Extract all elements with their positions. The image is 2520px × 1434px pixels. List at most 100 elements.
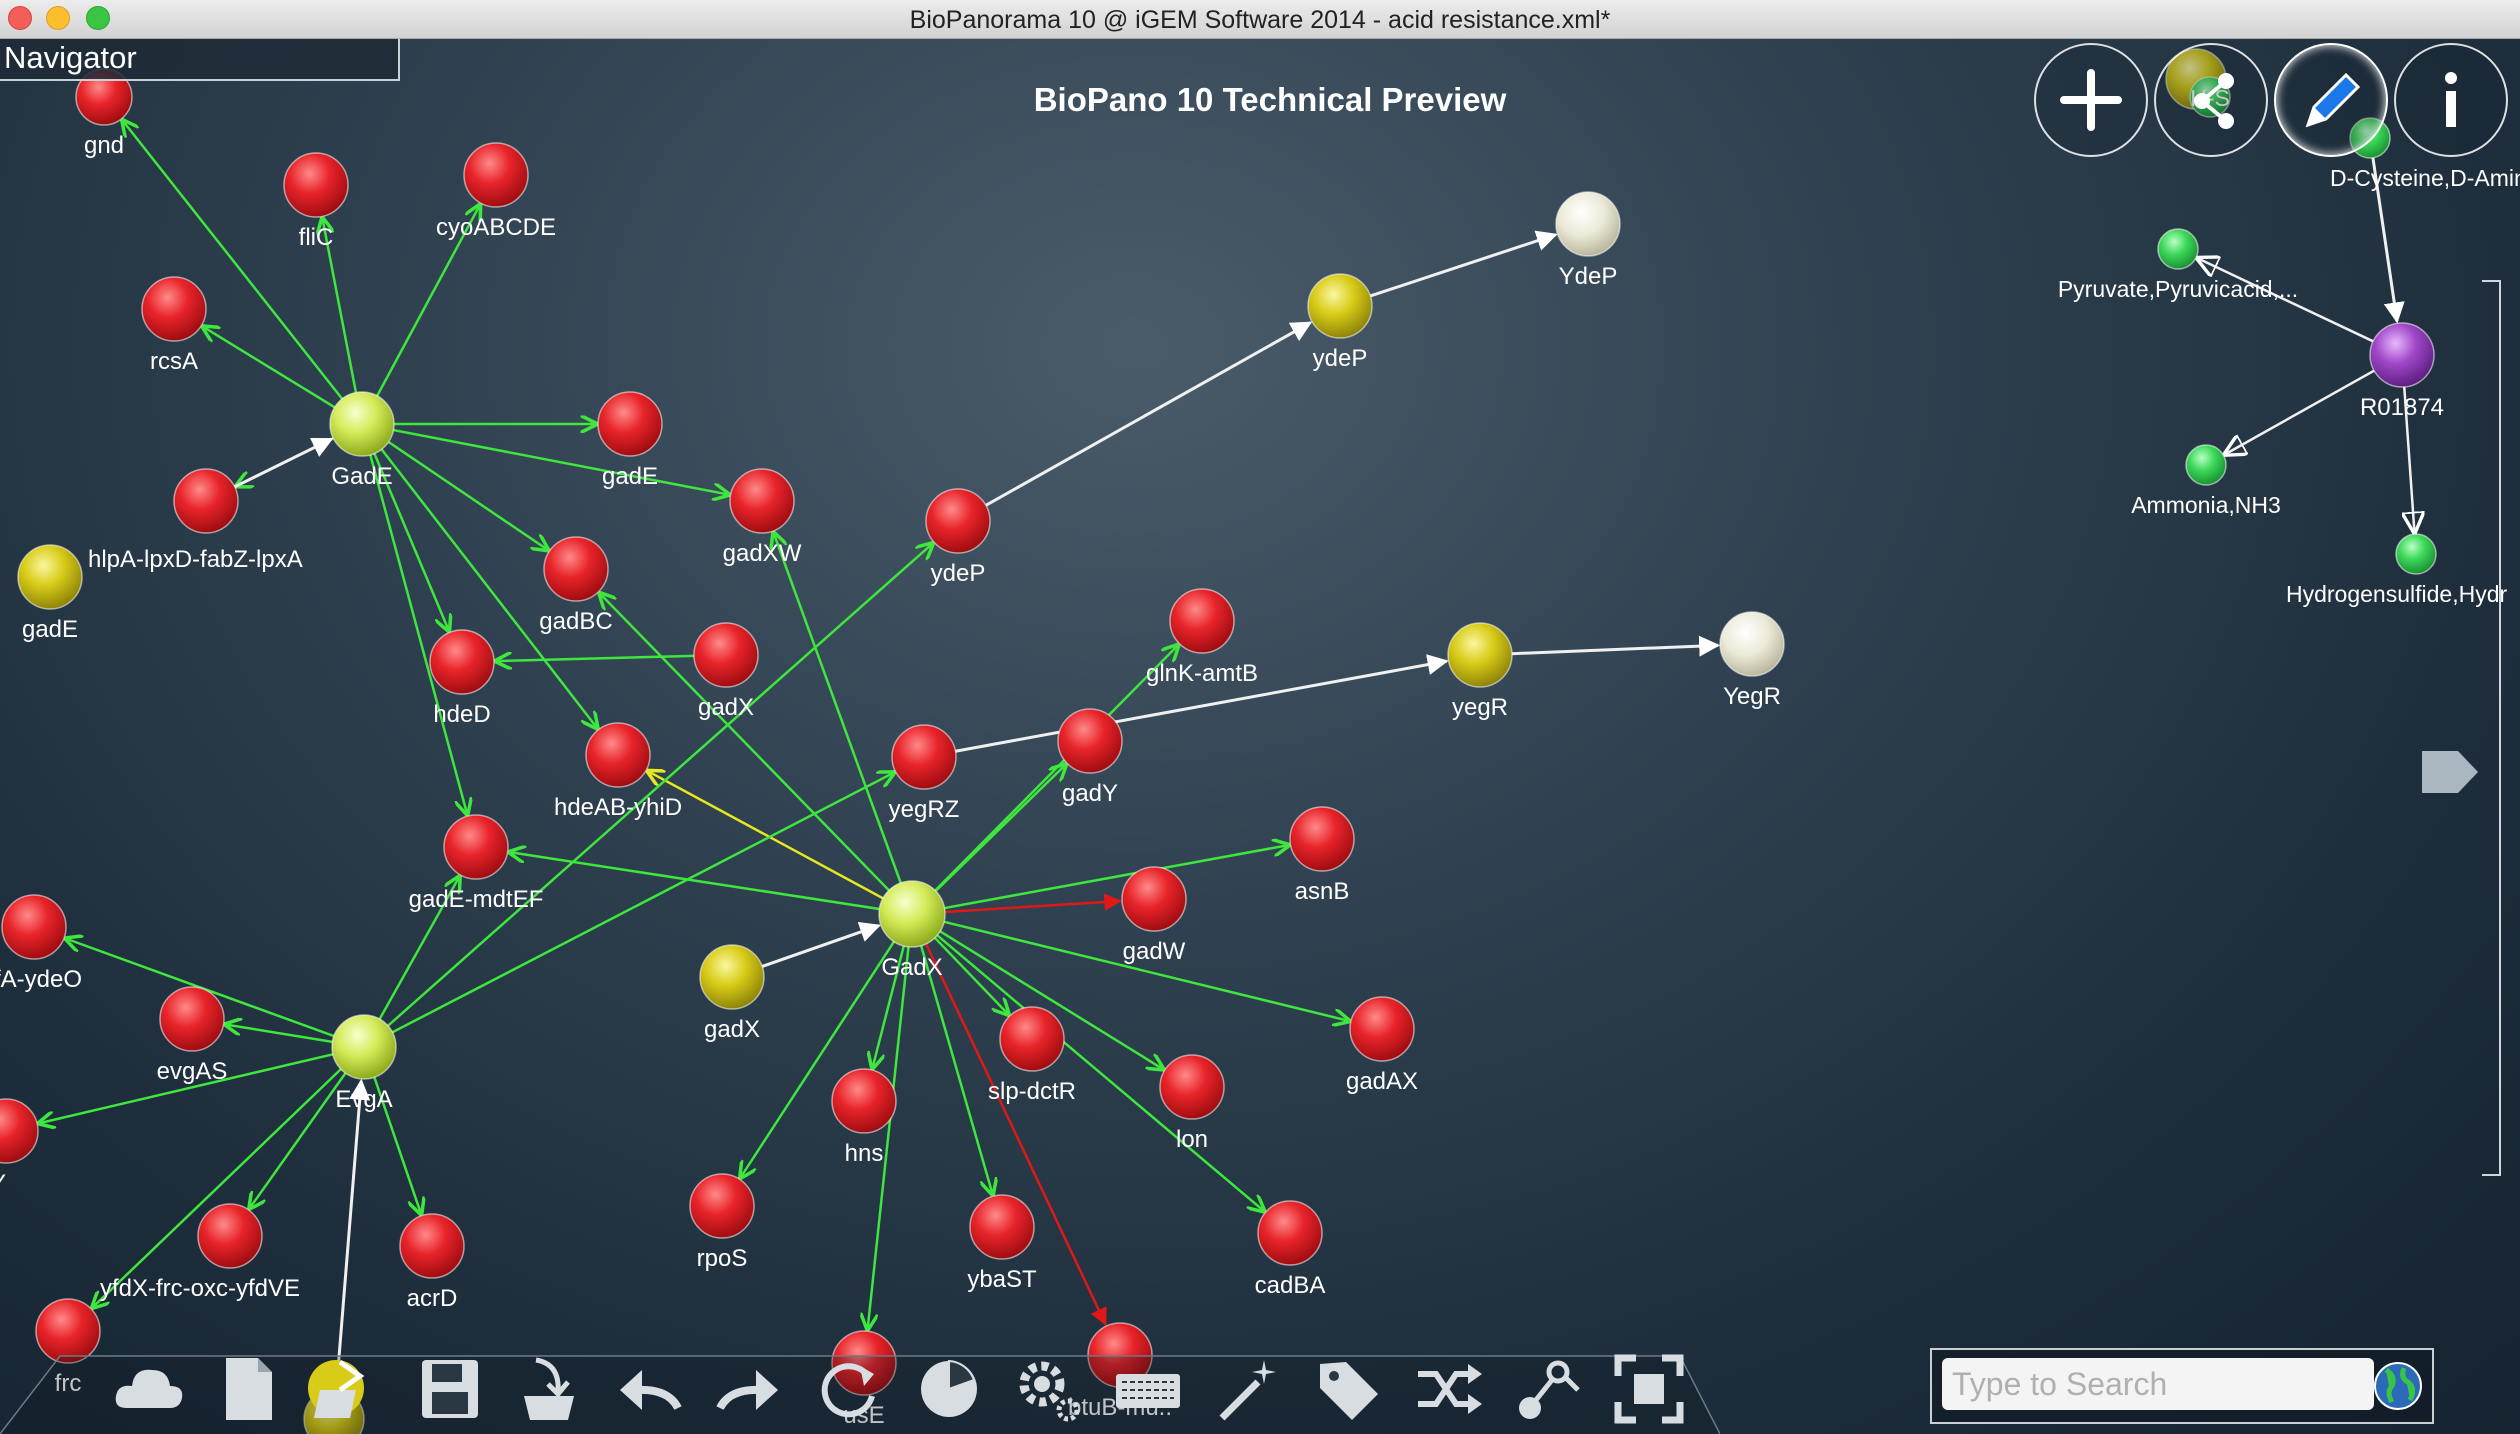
edge-EvgA-to-evgAS[interactable] (226, 1024, 333, 1044)
node-safA[interactable]: fA-ydeO (0, 894, 82, 993)
node-gadAX[interactable]: gadAX (1346, 996, 1418, 1095)
node-circle[interactable] (443, 814, 509, 880)
node-circle[interactable] (969, 1194, 1035, 1260)
edge-ydeP_g-to-ydeP_m[interactable] (985, 321, 1313, 507)
node-yfdX[interactable]: yfdX-frc-oxc-yfdVE (100, 1203, 300, 1302)
connect-icon[interactable] (1512, 1352, 1586, 1426)
node-circle[interactable] (729, 468, 795, 534)
node-cadBA[interactable]: cadBA (1255, 1200, 1326, 1299)
node-gadEmdtEF[interactable]: gadE-mdtEF (409, 814, 544, 913)
node-circle[interactable] (1159, 1054, 1225, 1120)
node-ydeP_m[interactable]: ydeP (1307, 273, 1373, 372)
node-gadX_m[interactable]: gadX (699, 944, 765, 1043)
edge-EvgA-to-ydeP_g[interactable] (387, 544, 933, 1027)
settings-icon[interactable] (1012, 1352, 1086, 1426)
node-circle[interactable] (1447, 622, 1513, 688)
edge-GadX-to-gadEmdtEF[interactable] (510, 852, 880, 911)
node-evgAS[interactable]: evgAS (157, 986, 228, 1085)
import-icon[interactable] (512, 1352, 586, 1426)
edge-GadX-to-gadXW[interactable] (774, 533, 902, 884)
node-circle[interactable] (429, 629, 495, 695)
cloud-icon[interactable] (112, 1352, 186, 1426)
node-gadX_g[interactable]: gadX (693, 622, 759, 721)
node-asnB[interactable]: asnB (1289, 806, 1355, 905)
node-circle[interactable] (1257, 1200, 1323, 1266)
edge-GadX-to-ybaST[interactable] (919, 945, 992, 1195)
node-YdeP[interactable]: YdeP (1555, 191, 1621, 290)
edge-GadX-to-glnK[interactable] (934, 645, 1178, 892)
globe-icon[interactable] (2372, 1360, 2424, 1412)
edge-GadX-to-slp[interactable] (933, 936, 1009, 1015)
edge-EvgA-to-yfdX[interactable] (250, 1072, 347, 1208)
node-yegRZ[interactable]: yegRZ (889, 724, 960, 823)
edge-hlpA-to-GadE[interactable] (234, 437, 334, 489)
node-acrD[interactable]: acrD (399, 1213, 465, 1312)
node-circle[interactable] (831, 1068, 897, 1134)
node-GadX[interactable]: GadX (878, 880, 946, 981)
open-folder-icon[interactable] (300, 1352, 374, 1426)
redo-icon[interactable] (712, 1352, 786, 1426)
network-graph[interactable]: gnd fliC cyoABCDE rcsA GadE gadE gadXW gadBC hlp… (0, 39, 2520, 1434)
node-circle[interactable] (283, 152, 349, 218)
node-slp[interactable]: slp-dctR (988, 1006, 1076, 1105)
node-circle[interactable] (2157, 228, 2199, 270)
edge-evgA_m-to-EvgA[interactable] (334, 1078, 371, 1390)
node-circle[interactable] (1555, 191, 1621, 257)
pie-chart-icon[interactable] (912, 1352, 986, 1426)
edge-R01874-to-Ammonia[interactable] (2225, 369, 2375, 455)
node-circle[interactable] (925, 488, 991, 554)
node-cyoABCDE[interactable]: cyoABCDE (436, 142, 556, 241)
node-Ammonia[interactable]: Ammonia,NH3 (2131, 444, 2281, 518)
node-circle[interactable] (141, 276, 207, 342)
node-fliC[interactable]: fliC (283, 152, 349, 251)
node-YegR[interactable]: YegR (1719, 611, 1785, 710)
edit-button[interactable] (2274, 43, 2388, 157)
node-circle[interactable] (2369, 322, 2435, 388)
search-box[interactable] (1930, 1348, 2434, 1424)
node-hdeAB[interactable]: hdeAB-yhiD (554, 722, 682, 821)
node-ydeP_g[interactable]: ydeP (925, 488, 991, 587)
add-button[interactable] (2034, 43, 2148, 157)
node-circle[interactable] (329, 391, 395, 457)
node-circle[interactable] (1057, 708, 1123, 774)
node-circle[interactable] (463, 142, 529, 208)
node-circle[interactable] (689, 1173, 755, 1239)
search-input[interactable] (1942, 1358, 2374, 1410)
node-circle[interactable] (693, 622, 759, 688)
edge-GadX-to-asnB[interactable] (944, 845, 1288, 910)
node-rKY[interactable]: rKY (0, 1098, 39, 1197)
fullscreen-icon[interactable] (1612, 1352, 1686, 1426)
node-circle[interactable] (585, 722, 651, 788)
node-circle[interactable] (1169, 588, 1235, 654)
node-circle[interactable] (1, 894, 67, 960)
node-EvgA[interactable]: EvgA (331, 1014, 397, 1113)
node-gadBC[interactable]: gadBC (539, 536, 613, 635)
shuffle-icon[interactable] (1412, 1352, 1486, 1426)
node-circle[interactable] (17, 544, 83, 610)
edge-GadE-to-gadXW[interactable] (393, 428, 728, 495)
node-hdeD[interactable]: hdeD (429, 629, 495, 728)
navigator-panel[interactable]: Navigator (0, 39, 400, 81)
node-lon[interactable]: lon (1159, 1054, 1225, 1153)
tag-icon[interactable] (1312, 1352, 1386, 1426)
save-icon[interactable] (412, 1352, 486, 1426)
node-Pyruvate[interactable]: Pyruvate,Pyruvicacid,... (2058, 228, 2298, 302)
info-button[interactable] (2394, 43, 2508, 157)
new-document-icon[interactable] (212, 1352, 286, 1426)
node-GadE[interactable]: GadE (329, 391, 395, 490)
node-circle[interactable] (331, 1014, 397, 1080)
node-gadY[interactable]: gadY (1057, 708, 1123, 807)
node-glnK[interactable]: glnK-amtB (1146, 588, 1258, 687)
node-circle[interactable] (197, 1203, 263, 1269)
edge-GadE-to-gadBC[interactable] (387, 440, 547, 550)
magic-wand-icon[interactable] (1212, 1352, 1286, 1426)
node-rpoS[interactable]: rpoS (689, 1173, 755, 1272)
node-circle[interactable] (1719, 611, 1785, 677)
node-hlpA[interactable]: hlpA-lpxD-fabZ-lpxA (88, 468, 303, 573)
node-yegR_m[interactable]: yegR (1447, 622, 1513, 721)
graph-canvas[interactable]: gnd fliC cyoABCDE rcsA GadE gadE gadXW gadBC hlp… (0, 39, 2520, 1434)
node-gadXW[interactable]: gadXW (723, 468, 802, 567)
node-circle[interactable] (1307, 273, 1373, 339)
node-circle[interactable] (0, 1098, 39, 1164)
node-circle[interactable] (2185, 444, 2227, 486)
